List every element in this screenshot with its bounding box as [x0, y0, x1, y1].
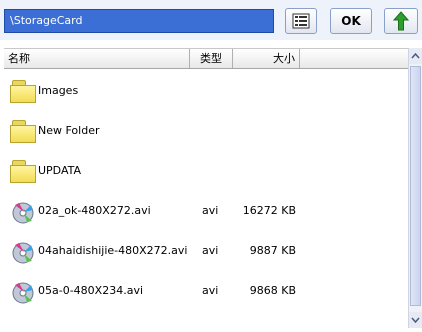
- list-item-file[interactable]: 02a_ok-480X272.avi avi 16272 KB: [4, 192, 408, 232]
- item-name: Images: [38, 84, 79, 97]
- column-name[interactable]: 名称: [4, 49, 190, 68]
- item-type: avi: [202, 284, 219, 297]
- list-item-file[interactable]: 05a-0-480X234.avi avi 9868 KB: [4, 272, 408, 312]
- file-list[interactable]: 名称 类型 大小 Images New Folder UPDATA 02a_ok…: [4, 48, 408, 328]
- vertical-scrollbar[interactable]: [408, 48, 422, 328]
- item-type: avi: [202, 204, 219, 217]
- list-view-icon: [292, 13, 310, 29]
- video-file-icon: [12, 202, 34, 224]
- chevron-up-icon: [411, 53, 420, 59]
- path-field[interactable]: \StorageCard: [4, 9, 274, 33]
- ok-button[interactable]: OK: [330, 8, 372, 34]
- column-spacer: [300, 49, 408, 68]
- item-name: 04ahaidishijie-480X272.avi: [38, 244, 188, 257]
- item-name: UPDATA: [38, 164, 82, 177]
- list-item-folder[interactable]: New Folder: [4, 112, 408, 152]
- item-type: avi: [202, 244, 219, 257]
- scroll-down-button[interactable]: [409, 312, 422, 328]
- folder-icon: [10, 120, 38, 144]
- column-header: 名称 类型 大小: [4, 48, 408, 69]
- item-name: New Folder: [38, 124, 100, 137]
- folder-icon: [10, 160, 38, 184]
- item-size: 9868 KB: [249, 284, 296, 297]
- list-item-folder[interactable]: Images: [4, 72, 408, 112]
- up-arrow-icon: [393, 11, 409, 31]
- list-item-file[interactable]: 04ahaidishijie-480X272.avi avi 9887 KB: [4, 232, 408, 272]
- up-folder-button[interactable]: [384, 8, 418, 34]
- item-name: 05a-0-480X234.avi: [38, 284, 144, 297]
- video-file-icon: [12, 242, 34, 264]
- column-type[interactable]: 类型: [190, 49, 233, 68]
- video-file-icon: [12, 282, 34, 304]
- list-item-folder[interactable]: UPDATA: [4, 152, 408, 192]
- column-size[interactable]: 大小: [233, 49, 300, 68]
- chevron-down-icon: [411, 317, 420, 323]
- scroll-thumb[interactable]: [410, 66, 421, 306]
- item-size: 9887 KB: [249, 244, 296, 257]
- folder-icon: [10, 80, 38, 104]
- scroll-up-button[interactable]: [409, 48, 422, 64]
- toolbar: \StorageCard OK: [0, 0, 422, 40]
- view-toggle-button[interactable]: [285, 8, 317, 34]
- item-size: 16272 KB: [242, 204, 296, 217]
- item-name: 02a_ok-480X272.avi: [38, 204, 151, 217]
